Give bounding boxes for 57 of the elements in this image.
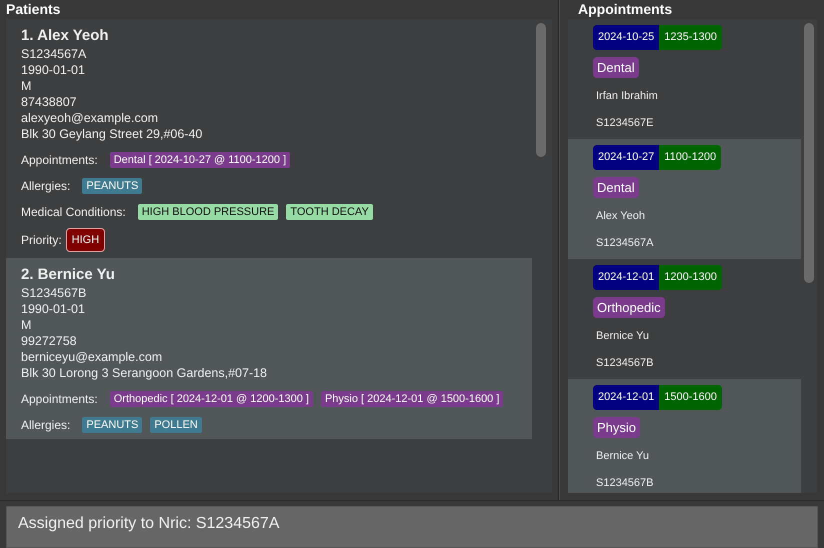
patient-phone: 99272758 — [21, 333, 78, 349]
time-badge: 1200-1300 — [659, 265, 722, 290]
patient-nric: S1234567E — [595, 116, 654, 131]
patient-name: Bernice Yu — [595, 329, 650, 344]
date-badge: 2024-10-27 — [593, 145, 660, 170]
allergy-tag: POLLEN — [150, 417, 202, 433]
field-label: Allergies: — [21, 418, 70, 432]
time-badge: 1235-1300 — [659, 25, 722, 50]
allergy-tag: PEANUTS — [82, 417, 142, 433]
patient-card[interactable] — [6, 258, 532, 439]
result-display: Assigned priority to Nric: S1234567A — [6, 506, 818, 548]
field-label: Allergies: — [21, 179, 70, 193]
patient-birthdate: 1990-01-01 — [21, 62, 86, 78]
patient-nric: S1234567B — [21, 285, 88, 301]
patient-name: Irfan Ibrahim — [595, 89, 659, 104]
field-label: Appointments: — [21, 392, 98, 406]
scrollbar-thumb[interactable] — [804, 23, 814, 283]
patient-nric: S1234567B — [595, 476, 654, 491]
patient-sex: M — [21, 78, 32, 94]
condition-tag: TOOTH DECAY — [286, 204, 373, 220]
appointment-tag: Dental [ 2024-10-27 @ 1100-1200 ] — [110, 152, 290, 168]
patient-name: 2. Bernice Yu — [21, 266, 116, 283]
patient-birthdate: 1990-01-01 — [21, 301, 86, 317]
allergy-tag: PEANUTS — [82, 178, 142, 194]
patient-nric: S1234567A — [21, 46, 88, 62]
scrollbar-thumb[interactable] — [536, 23, 546, 157]
appointment-tag: Physio [ 2024-12-01 @ 1500-1600 ] — [320, 391, 504, 407]
patient-address: Blk 30 Geylang Street 29,#06-40 — [21, 126, 204, 142]
appointment-card[interactable]: 2024-12-01 1500-1600 Physio Bernice Yu S1234567B — [568, 379, 801, 493]
patient-name: 1. Alex Yeoh — [21, 27, 110, 44]
date-badge: 2024-12-01 — [593, 385, 660, 410]
date-badge: 2024-12-01 — [593, 265, 660, 290]
patient-email: alexyeoh@example.com — [21, 110, 160, 126]
appointment-type-tag: Dental — [593, 57, 639, 78]
patient-name: Alex Yeoh — [595, 209, 646, 224]
priority-badge: HIGH — [66, 228, 106, 252]
time-badge: 1100-1200 — [659, 145, 722, 170]
panel-title: Patients — [5, 0, 62, 19]
field-label: Appointments: — [21, 153, 98, 167]
appointment-type-tag: Physio — [593, 417, 640, 438]
appointment-card[interactable]: 2024-10-27 1100-1200 Dental Alex Yeoh S1234567A — [568, 139, 801, 259]
patient-phone: 87438807 — [21, 94, 78, 110]
appointment-type-tag: Orthopedic — [593, 297, 665, 318]
time-badge: 1500-1600 — [659, 385, 722, 410]
appointment-tag: Orthopedic [ 2024-12-01 @ 1200-1300 ] — [110, 391, 313, 407]
field-label: Medical Conditions: — [21, 205, 126, 219]
patient-email: berniceyu@example.com — [21, 349, 164, 365]
patient-address: Blk 30 Lorong 3 Serangoon Gardens,#07-18 — [21, 365, 268, 381]
patient-nric: S1234567B — [595, 356, 654, 371]
appointment-type-tag: Dental — [593, 177, 639, 198]
patient-name: Bernice Yu — [595, 449, 650, 464]
date-badge: 2024-10-25 — [593, 25, 660, 50]
condition-tag: HIGH BLOOD PRESSURE — [138, 204, 278, 220]
patient-nric: S1234567A — [595, 236, 654, 251]
field-label: Priority: — [21, 233, 62, 247]
patient-sex: M — [21, 317, 32, 333]
panel-title: Appointments — [577, 0, 674, 19]
